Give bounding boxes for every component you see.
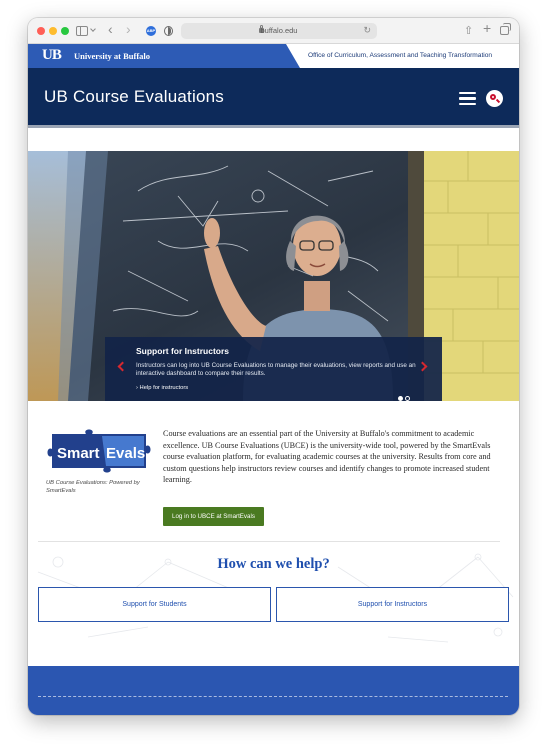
close-window-button[interactable] xyxy=(37,27,45,35)
url-text: buffalo.edu xyxy=(260,26,298,35)
logo-caption: UB Course Evaluations: Powered by SmartE… xyxy=(46,480,140,494)
browser-toolbar: ‹ › ABP buffalo.edu ↻ ⇧ + xyxy=(28,18,519,44)
office-link[interactable]: Office of Curriculum, Assessment and Tea… xyxy=(308,52,492,59)
carousel-dots xyxy=(398,388,412,401)
smartevals-logo: Smart Evals xyxy=(46,428,154,474)
tab-overview-icon[interactable] xyxy=(500,23,511,35)
menu-icon[interactable] xyxy=(459,92,476,105)
site-footer xyxy=(28,666,519,715)
search-icon[interactable] xyxy=(486,90,503,107)
back-arrow-icon[interactable]: ‹ xyxy=(108,22,113,36)
chevron-down-icon[interactable] xyxy=(90,26,96,32)
help-for-instructors-link[interactable]: › Help for instructors xyxy=(136,385,188,391)
hero-carousel: Support for Instructors Instructors can … xyxy=(28,151,519,401)
carousel-prev-icon[interactable] xyxy=(117,361,128,372)
privacy-shield-icon[interactable] xyxy=(164,26,173,36)
brand-block: UB University at Buffalo xyxy=(28,44,300,68)
reload-icon[interactable]: ↻ xyxy=(363,25,371,36)
site-header: UB Course Evaluations xyxy=(28,68,519,125)
ub-logo-icon[interactable]: UB xyxy=(42,47,62,64)
minimize-window-button[interactable] xyxy=(49,27,57,35)
login-ubce-button[interactable]: Log in to UBCE at SmartEvals xyxy=(163,507,264,526)
zoom-window-button[interactable] xyxy=(61,27,69,35)
help-section: How can we help? Support for Students Su… xyxy=(28,542,519,652)
site-title[interactable]: UB Course Evaluations xyxy=(44,87,224,107)
new-tab-icon[interactable]: + xyxy=(483,21,491,35)
address-bar[interactable]: buffalo.edu ↻ xyxy=(181,23,377,39)
footer-divider xyxy=(38,696,508,697)
help-heading: How can we help? xyxy=(217,556,330,572)
logo-word-evals: Evals xyxy=(106,445,145,462)
logo-word-smart: Smart xyxy=(57,445,100,462)
university-name-link[interactable]: University at Buffalo xyxy=(74,51,150,61)
support-instructors-button[interactable]: Support for Instructors xyxy=(276,587,509,622)
extension-badge-icon[interactable]: ABP xyxy=(146,26,156,36)
browser-window: ‹ › ABP buffalo.edu ↻ ⇧ + UB University … xyxy=(28,18,519,715)
university-brand-bar: UB University at Buffalo Office of Curri… xyxy=(28,44,519,68)
intro-section: Smart Evals UB Course Evaluations: Power… xyxy=(28,401,519,551)
caption-link-label: Help for instructors xyxy=(139,385,189,391)
forward-arrow-icon[interactable]: › xyxy=(126,22,131,36)
support-students-button[interactable]: Support for Students xyxy=(38,587,271,622)
share-icon[interactable]: ⇧ xyxy=(464,24,473,38)
intro-paragraph: Course evaluations are an essential part… xyxy=(163,429,491,484)
header-divider xyxy=(28,125,519,128)
carousel-next-icon[interactable] xyxy=(417,361,428,372)
sidebar-toggle-icon[interactable] xyxy=(76,26,88,36)
carousel-caption: Support for Instructors Instructors can … xyxy=(105,337,442,401)
caption-text: Instructors can log into UB Course Evalu… xyxy=(136,362,416,377)
caption-title: Support for Instructors xyxy=(136,346,230,356)
